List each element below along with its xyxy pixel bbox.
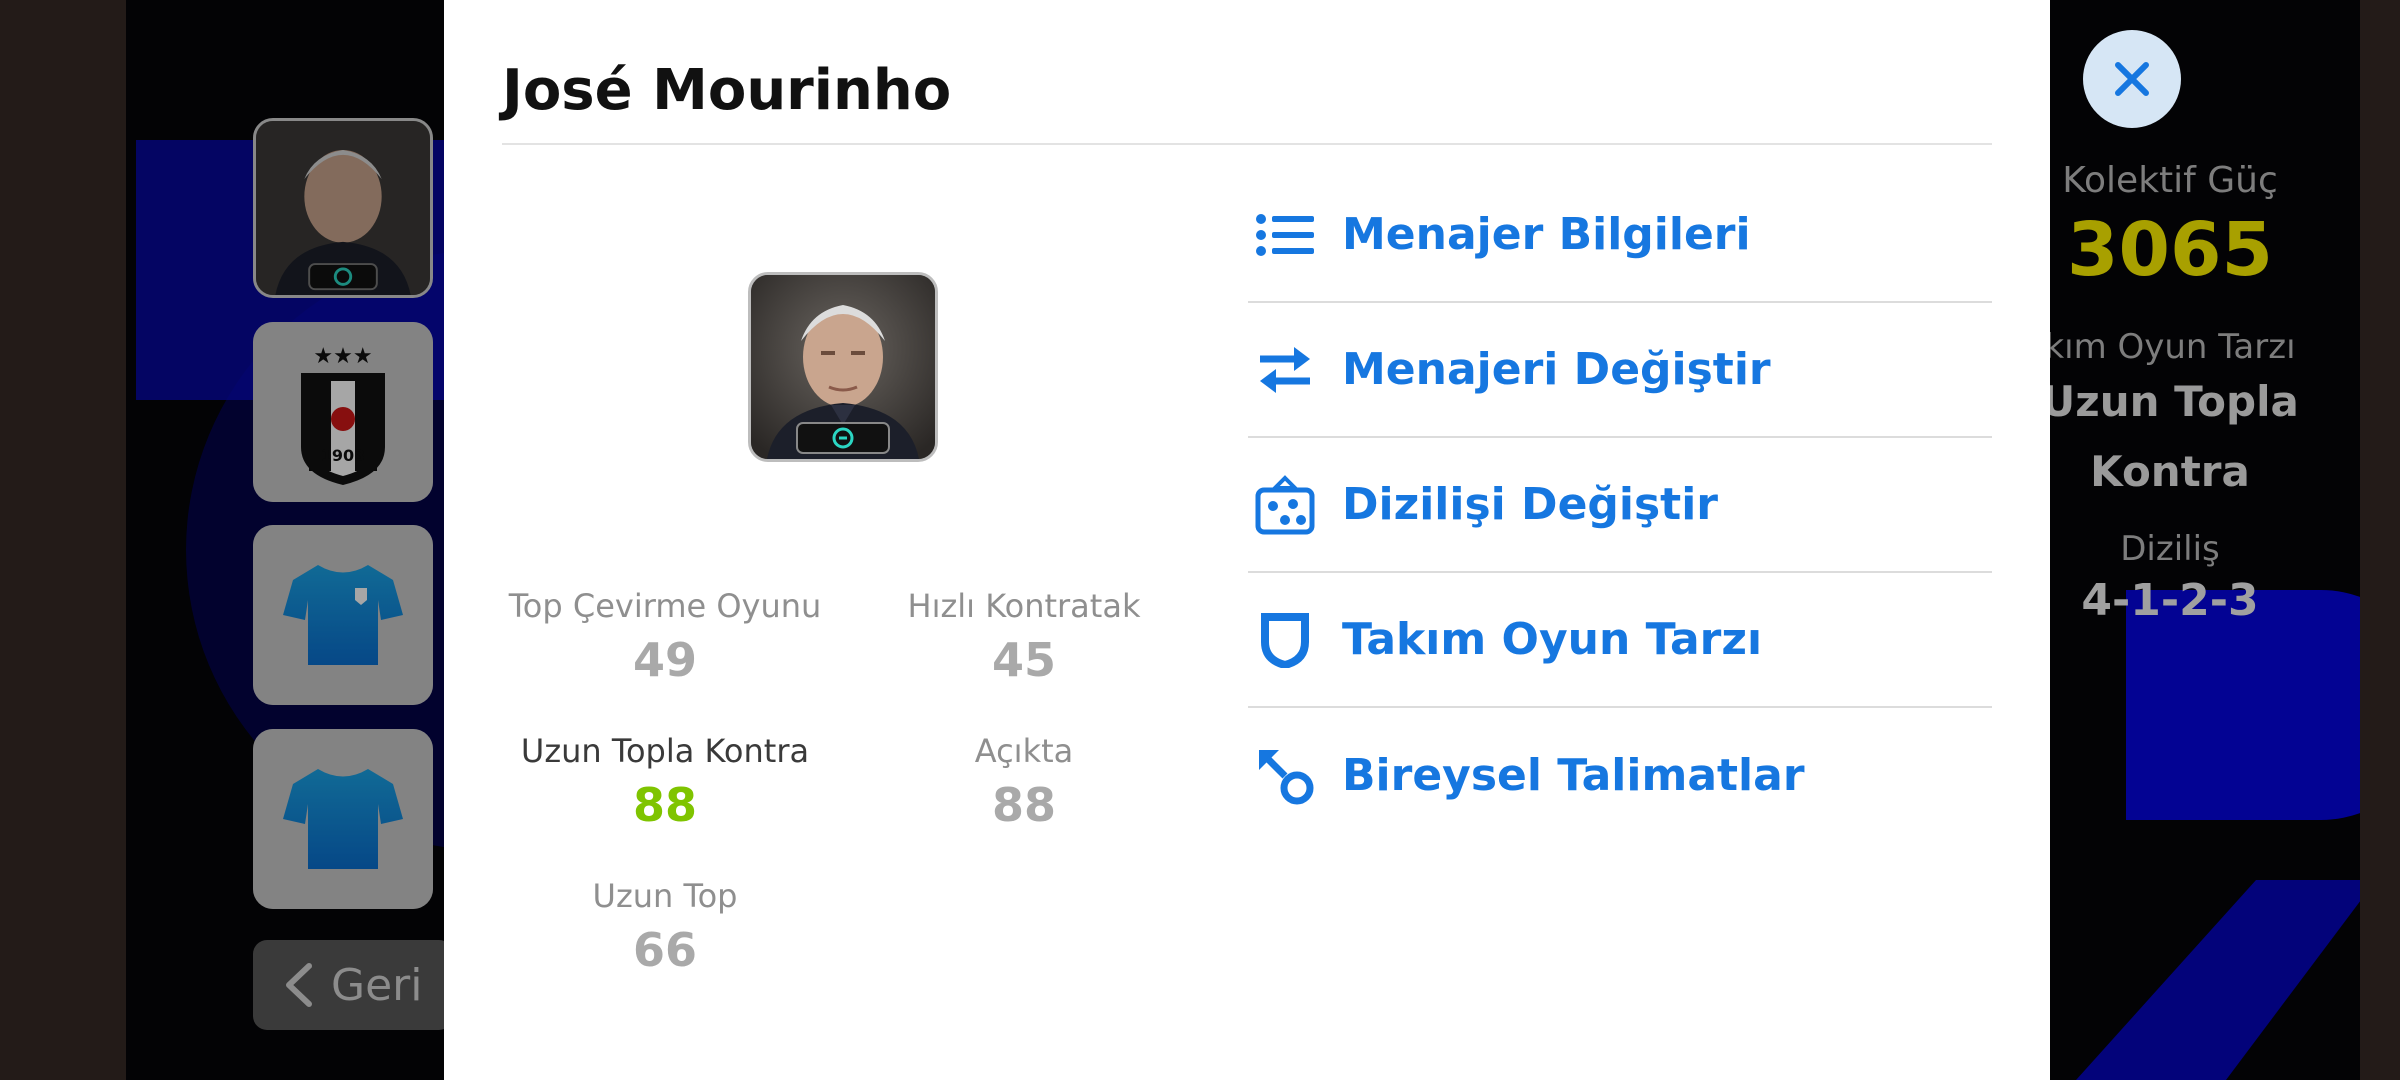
team-summary-panel: Kolektif Güç 3065 kım Oyun Tarzı Uzun To… (2040, 160, 2300, 626)
stat-out-wide: Açıkta 88 (864, 732, 1184, 832)
team-power-label: Kolektif Güç (2062, 160, 2278, 201)
menu-item-label: Takım Oyun Tarzı (1342, 614, 1763, 665)
menu-item-label: Menajer Bilgileri (1342, 209, 1751, 260)
stat-possession: Top Çevirme Oyunu 49 (505, 587, 825, 687)
team-style-line2: Kontra (2090, 447, 2250, 496)
stat-quick-counter: Hızlı Kontratak 45 (864, 587, 1184, 687)
stat-label: Açıkta (974, 732, 1074, 770)
menu-item-label: Dizilişi Değiştir (1342, 479, 1718, 530)
kit-thumbnail-2[interactable] (253, 729, 433, 909)
formation-board-icon (1252, 472, 1318, 538)
list-icon (1252, 202, 1318, 268)
stat-value: 45 (991, 633, 1056, 687)
chevron-left-icon (286, 963, 312, 1007)
stat-value: 88 (991, 778, 1056, 832)
menu-item-change-manager[interactable]: Menajeri Değiştir (1248, 303, 1992, 438)
stat-long-ball: Uzun Top 66 (505, 877, 825, 977)
formation-value: 4-1-2-3 (2081, 575, 2259, 626)
kit-thumbnail-1[interactable] (253, 525, 433, 705)
stat-label: Uzun Topla Kontra (520, 732, 810, 770)
arrow-target-icon (1252, 743, 1318, 809)
team-style-line1: Uzun Topla (2041, 377, 2299, 426)
manager-portrait (748, 272, 938, 462)
menu-item-manager-info[interactable]: Menajer Bilgileri (1248, 168, 1992, 303)
manager-face-icon (751, 275, 935, 459)
back-button-label: Geri (331, 959, 423, 1011)
divider (502, 143, 1992, 145)
close-button[interactable] (2083, 30, 2181, 128)
team-power-value: 3065 (2067, 207, 2273, 293)
stat-value: 66 (632, 923, 697, 977)
back-button[interactable]: Geri (253, 940, 453, 1030)
stat-label: Uzun Top (592, 877, 738, 915)
menu-item-label: Menajeri Değiştir (1342, 344, 1771, 395)
stat-label: Hızlı Kontratak (907, 587, 1141, 625)
close-icon (2115, 62, 2149, 96)
menu-item-label: Bireysel Talimatlar (1342, 750, 1805, 801)
club-crest-thumbnail[interactable]: ★★★ 1903 (253, 322, 433, 502)
stat-value: 49 (632, 633, 697, 687)
formation-label: Diziliş (2120, 529, 2220, 569)
modal-title: José Mourinho (502, 58, 952, 123)
stat-value: 88 (632, 778, 697, 832)
manager-thumbnail[interactable] (253, 118, 433, 298)
menu-item-change-formation[interactable]: Dizilişi Değiştir (1248, 438, 1992, 573)
manager-modal: José Mourinho Top Çevirme Oyunu 49 Hızlı… (444, 0, 2050, 1080)
stat-long-ball-counter: Uzun Topla Kontra 88 (505, 732, 825, 832)
shield-icon (1252, 607, 1318, 673)
manager-menu: Menajer Bilgileri Menajeri Değiştir Dizi… (1248, 168, 1992, 843)
screen-edge-right (2360, 0, 2400, 1080)
menu-item-team-playstyle[interactable]: Takım Oyun Tarzı (1248, 573, 1992, 708)
team-style-label: kım Oyun Tarzı (2044, 327, 2296, 367)
menu-item-individual-instructions[interactable]: Bireysel Talimatlar (1248, 708, 1992, 843)
screen-edge-left (0, 0, 126, 1080)
swap-arrows-icon (1252, 337, 1318, 403)
stat-label: Top Çevirme Oyunu (508, 587, 822, 625)
